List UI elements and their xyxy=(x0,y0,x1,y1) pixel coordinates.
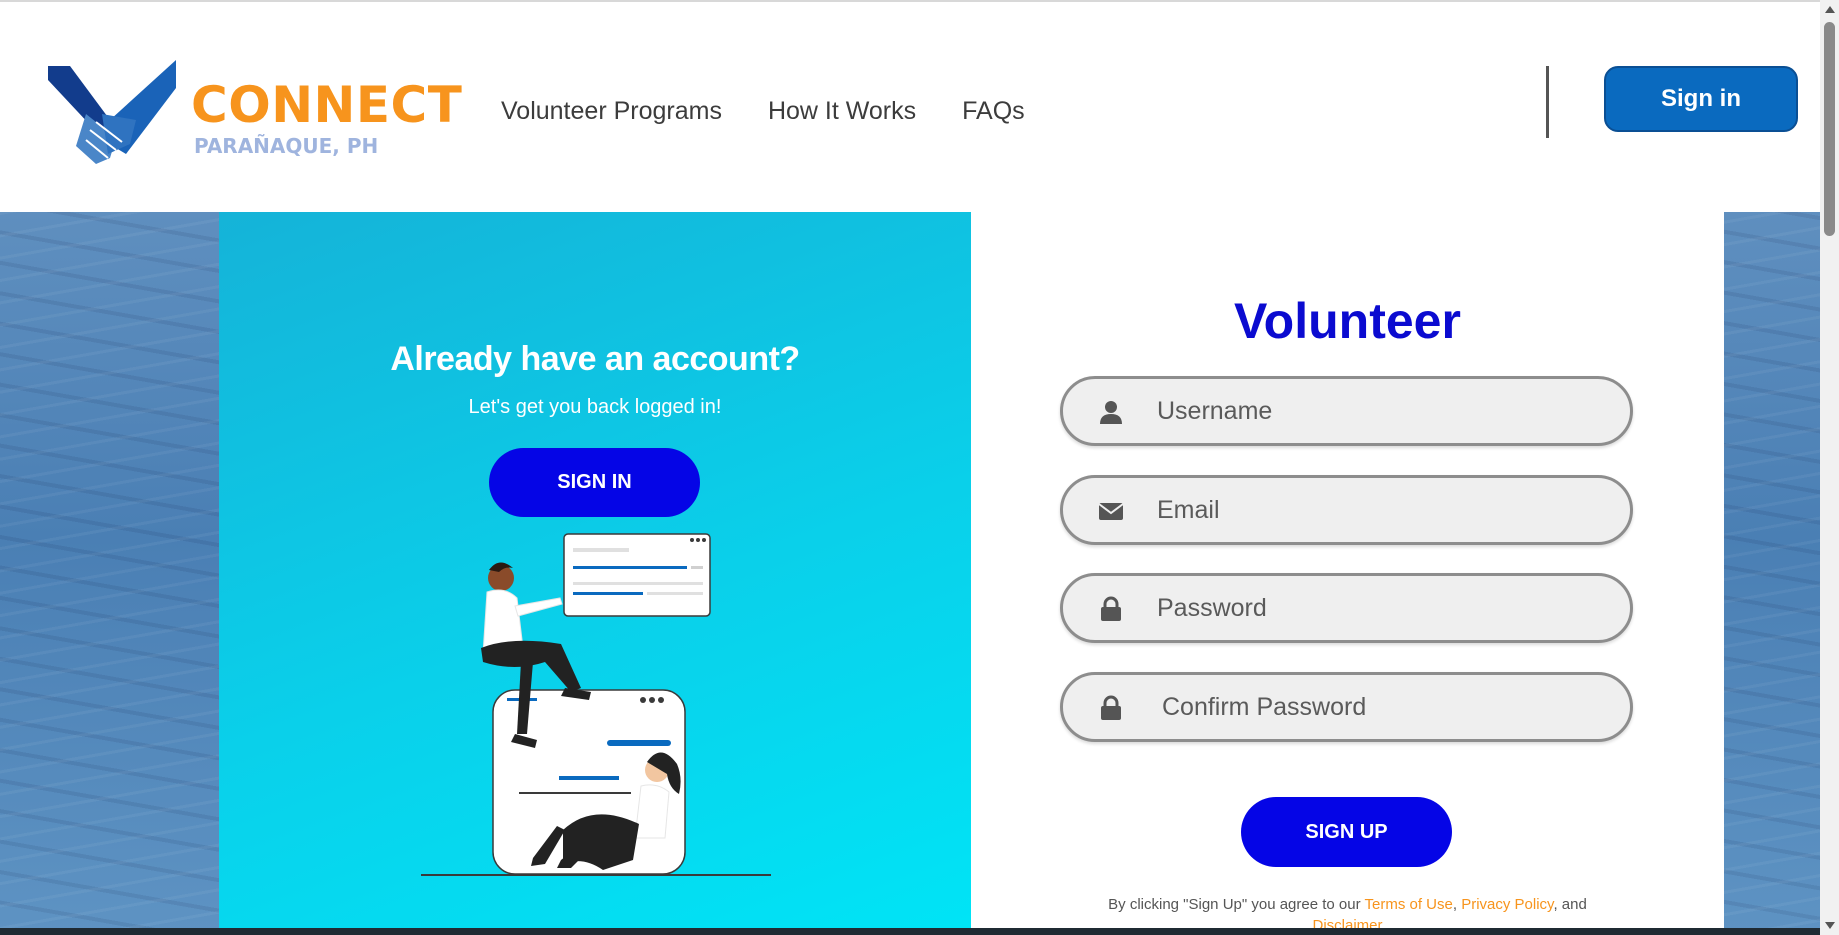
username-input[interactable] xyxy=(1157,389,1597,433)
promo-subtitle: Let's get you back logged in! xyxy=(468,396,722,418)
lock-icon xyxy=(1101,695,1121,720)
main-nav: Volunteer Programs How It Works FAQs xyxy=(501,97,1025,126)
people-illustration-icon xyxy=(421,533,771,876)
username-field[interactable] xyxy=(1060,376,1633,446)
site-header: CONNECT PARAÑAQUE, PH Volunteer Programs… xyxy=(0,0,1820,212)
confirm-password-input[interactable] xyxy=(1162,685,1602,729)
signup-button[interactable]: SIGN UP xyxy=(1241,797,1452,867)
scroll-up-arrow-icon[interactable] xyxy=(1825,6,1835,13)
promo-signin-button[interactable]: SIGN IN xyxy=(489,448,700,517)
promo-title: Already have an account? xyxy=(390,340,800,378)
password-field[interactable] xyxy=(1060,573,1633,643)
bottom-strip xyxy=(0,928,1820,935)
lock-icon xyxy=(1101,596,1121,621)
user-icon xyxy=(1100,401,1122,424)
page-scrollbar[interactable] xyxy=(1820,0,1839,935)
terms-of-use-link[interactable]: Terms of Use xyxy=(1365,896,1453,913)
password-input[interactable] xyxy=(1157,586,1597,630)
form-title: Volunteer xyxy=(1234,293,1461,349)
nav-faqs[interactable]: FAQs xyxy=(962,97,1025,126)
scroll-thumb[interactable] xyxy=(1824,22,1835,236)
envelope-icon xyxy=(1098,503,1124,520)
scroll-down-arrow-icon[interactable] xyxy=(1825,922,1835,929)
terms-separator: , xyxy=(1452,896,1462,913)
privacy-policy-link[interactable]: Privacy Policy xyxy=(1461,896,1553,913)
terms-prefix: By clicking "Sign Up" you agree to our xyxy=(1108,896,1365,913)
nav-how-it-works[interactable]: How It Works xyxy=(768,97,916,126)
disclaimer-link[interactable]: Disclaimer xyxy=(971,917,1724,928)
header-signin-button[interactable]: Sign in xyxy=(1604,66,1798,132)
brand-name: CONNECT xyxy=(191,76,463,134)
email-field[interactable] xyxy=(1060,475,1633,545)
confirm-password-field[interactable] xyxy=(1060,672,1633,742)
brand-logo[interactable]: CONNECT PARAÑAQUE, PH xyxy=(46,58,462,168)
terms-notice: By clicking "Sign Up" you agree to our T… xyxy=(971,896,1724,913)
terms-and: , and xyxy=(1553,896,1587,913)
nav-volunteer-programs[interactable]: Volunteer Programs xyxy=(501,97,722,126)
email-input[interactable] xyxy=(1157,488,1597,532)
header-divider xyxy=(1546,66,1549,138)
handshake-logo-icon xyxy=(48,60,176,164)
brand-location: PARAÑAQUE, PH xyxy=(194,134,379,158)
